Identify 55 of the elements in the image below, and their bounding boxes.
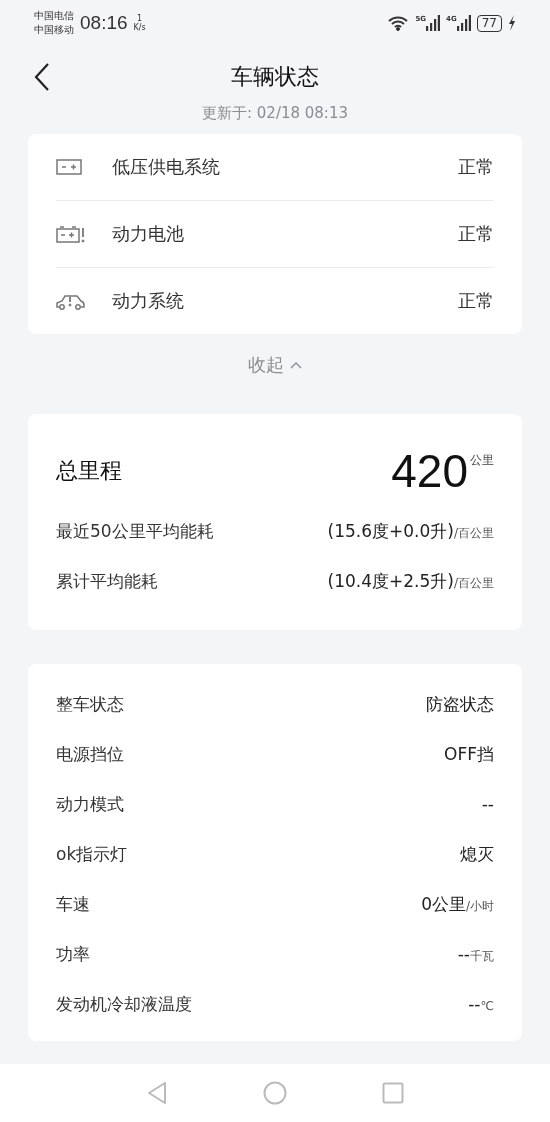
status-value: 防盗状态 — [426, 692, 494, 716]
status-label: 动力模式 — [56, 792, 124, 816]
consumption-unit: /百公里 — [453, 575, 494, 592]
battery-level: 77 — [476, 14, 502, 32]
network-speed: 1 — [137, 14, 143, 23]
home-nav-button[interactable] — [263, 1081, 287, 1105]
system-name: 动力系统 — [112, 289, 185, 313]
consumption-unit: /百公里 — [453, 525, 494, 542]
carrier-name: 中国电信 — [34, 9, 74, 23]
speed-unit: K/s — [133, 23, 146, 32]
status-label: ok指示灯 — [56, 842, 128, 866]
battery-warning-icon — [56, 224, 86, 244]
system-name: 低压供电系统 — [112, 155, 221, 179]
consumption-label: 最近50公里平均能耗 — [56, 519, 214, 543]
status-value: -- — [457, 943, 470, 964]
value-unit: /小时 — [465, 898, 494, 915]
status-value: -- — [481, 794, 494, 814]
status-label: 功率 — [56, 942, 90, 966]
collapse-button[interactable]: 收起 — [248, 350, 302, 380]
system-status: 正常 — [458, 222, 494, 246]
signal-icon — [456, 15, 471, 31]
status-value: -- — [468, 994, 481, 1014]
back-triangle-icon — [146, 1081, 168, 1105]
page-title: 车辆状态 — [231, 63, 319, 91]
mileage-unit: 公里 — [470, 452, 494, 469]
mileage-value: 420 — [391, 446, 468, 496]
status-value: OFF挡 — [444, 742, 494, 766]
status-value: 熄灭 — [460, 842, 494, 866]
mileage-label: 总里程 — [56, 457, 122, 485]
carrier-name: 中国移动 — [34, 23, 74, 37]
recents-nav-button[interactable] — [382, 1082, 404, 1104]
status-label: 发动机冷却液温度 — [56, 992, 192, 1016]
home-circle-icon — [263, 1081, 287, 1105]
back-icon — [34, 63, 50, 91]
back-nav-button[interactable] — [146, 1081, 168, 1105]
chevron-up-icon — [290, 361, 302, 369]
back-button[interactable] — [34, 63, 50, 91]
status-time: 08:16 — [80, 12, 128, 34]
value-unit: 千瓦 — [470, 947, 494, 965]
system-status: 正常 — [458, 289, 494, 313]
consumption-value: (15.6度+0.0升) — [327, 519, 454, 543]
system-status: 正常 — [458, 155, 494, 179]
status-label: 整车状态 — [56, 692, 124, 716]
status-value: 0公里 — [421, 892, 466, 916]
signal-icon — [426, 15, 441, 31]
consumption-label: 累计平均能耗 — [56, 569, 158, 593]
system-name: 动力电池 — [112, 222, 185, 246]
recents-square-icon — [382, 1082, 404, 1104]
wifi-icon — [387, 15, 410, 31]
status-label: 车速 — [56, 892, 90, 916]
value-unit: ℃ — [480, 999, 494, 1013]
consumption-value: (10.4度+2.5升) — [327, 569, 454, 593]
status-label: 电源挡位 — [56, 742, 124, 766]
update-time: 更新于: 02/18 08:13 — [201, 104, 348, 124]
charging-icon — [508, 15, 516, 31]
